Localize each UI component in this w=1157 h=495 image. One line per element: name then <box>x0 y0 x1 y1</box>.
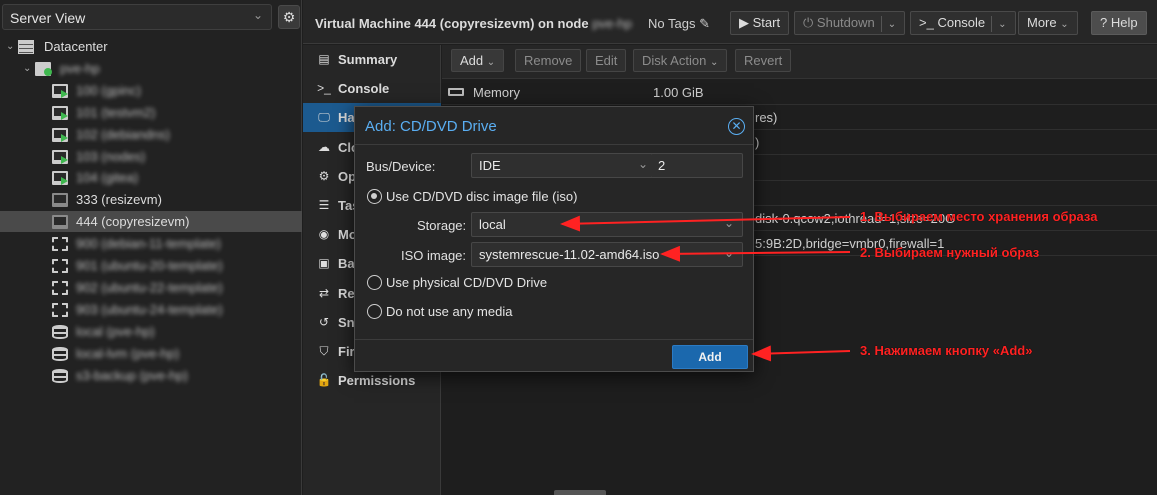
collapse-handle[interactable] <box>554 490 606 495</box>
annotation-step-1: 1. Выбираем место хранения образа <box>860 209 1098 224</box>
arrow-storage <box>560 215 851 232</box>
annotation-step-3: 3. Нажимаем кнопку «Add» <box>860 343 1033 358</box>
arrow-add <box>751 345 851 362</box>
annotation-step-2: 2. Выбираем нужный образ <box>860 245 1040 260</box>
arrow-iso <box>660 245 851 262</box>
